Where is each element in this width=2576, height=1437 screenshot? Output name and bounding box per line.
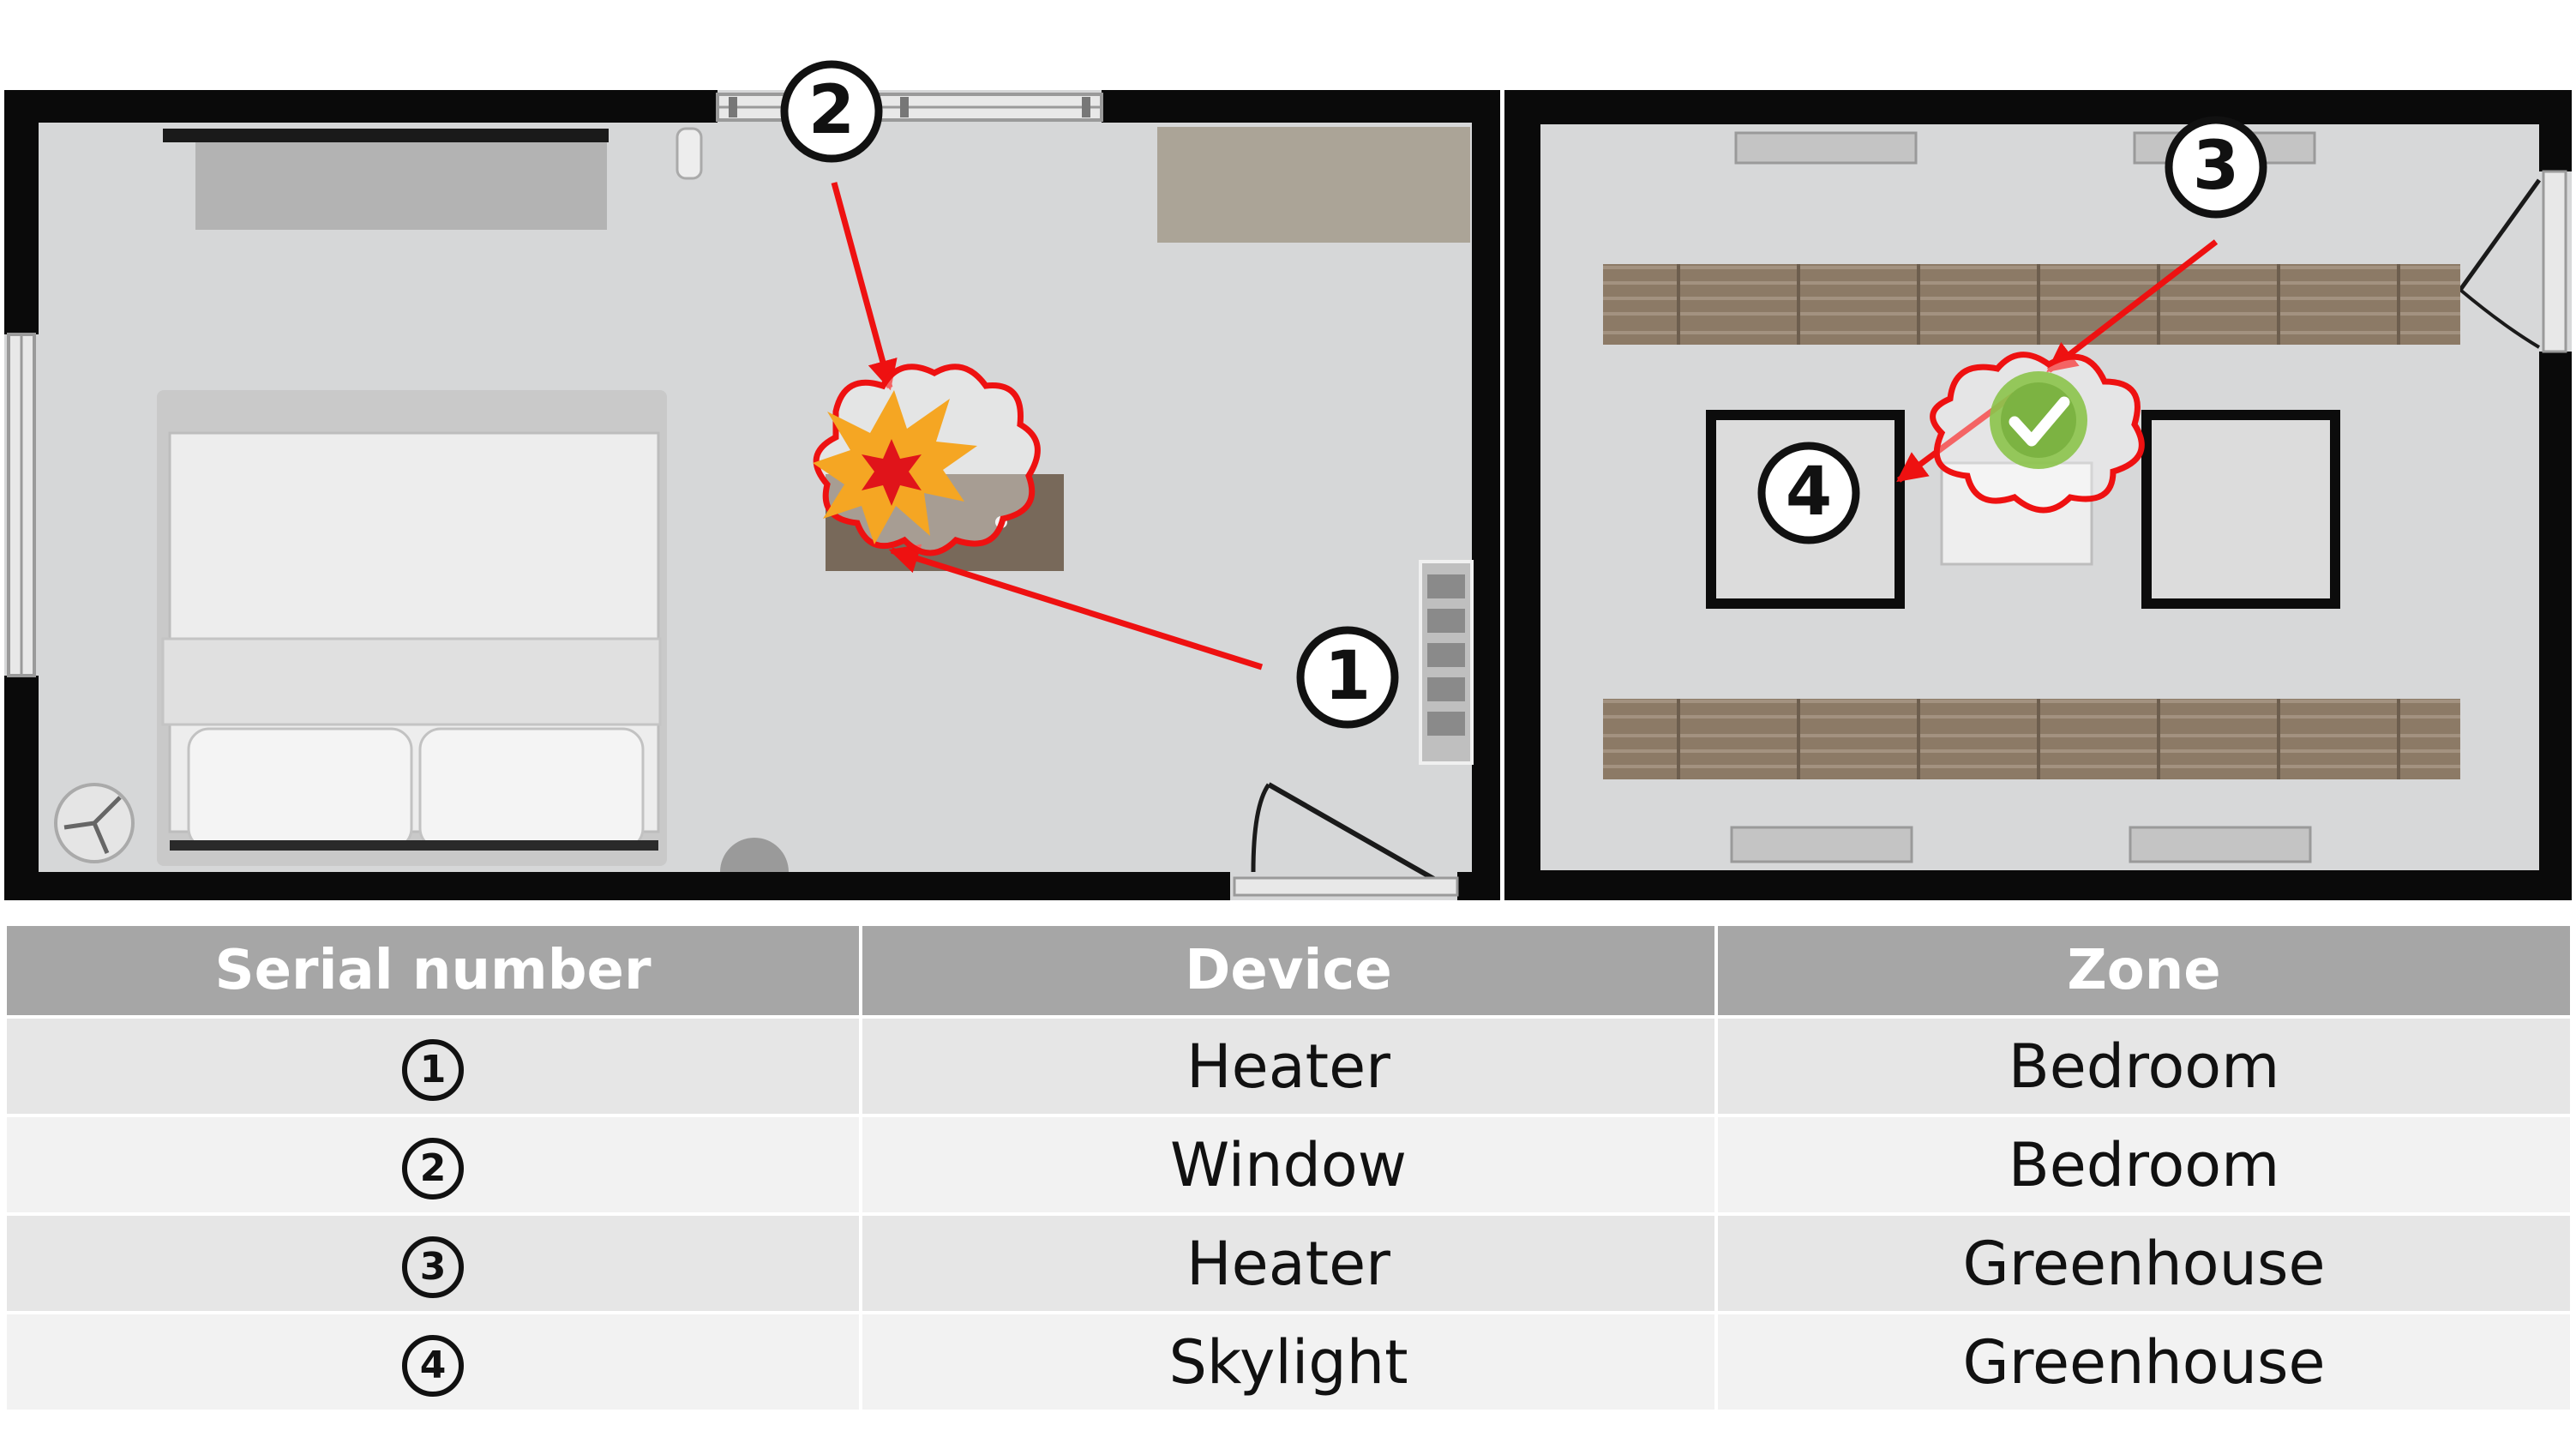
floorplan: 1 2 3 4 (4, 60, 2572, 909)
wall (1102, 90, 1500, 123)
serial-badge: 1 (402, 1039, 464, 1102)
tv-cabinet (195, 142, 607, 230)
table-row: 3 Heater Greenhouse (7, 1216, 2570, 1311)
planter-bed (1603, 699, 2460, 779)
radiator (1419, 560, 1474, 765)
table-header-row: Serial number Device Zone (7, 926, 2570, 1015)
zone-cell: Bedroom (1718, 1117, 2570, 1212)
device-cell: Skylight (862, 1314, 1714, 1410)
header-serial-number: Serial number (7, 926, 859, 1015)
wall (1504, 870, 2572, 900)
wall (4, 872, 1230, 900)
table-row: 2 Window Bedroom (7, 1117, 2570, 1212)
wall (2539, 90, 2572, 171)
marker-1: 1 (1296, 626, 1399, 729)
header-zone: Zone (1718, 926, 2570, 1015)
serial-cell: 4 (7, 1314, 859, 1410)
shelf (163, 129, 609, 142)
zone-cell: Bedroom (1718, 1019, 2570, 1114)
bedroom-room (4, 90, 1500, 900)
fan (54, 783, 135, 863)
dresser (1157, 127, 1470, 243)
wall (2539, 352, 2572, 900)
marker-4: 4 (1757, 442, 1860, 544)
bedroom-window (716, 93, 1103, 122)
serial-cell: 2 (7, 1117, 859, 1212)
zone-cell: Greenhouse (1718, 1216, 2570, 1311)
wall (1504, 90, 1540, 900)
serial-badge: 4 (402, 1335, 464, 1398)
table-row: 4 Skylight Greenhouse (7, 1314, 2570, 1410)
svg-text:1: 1 (1324, 638, 1371, 715)
serial-badge: 3 (402, 1236, 464, 1299)
wall (1472, 90, 1500, 900)
serial-cell: 3 (7, 1216, 859, 1311)
light-fixture (1730, 826, 1913, 863)
wall (4, 90, 718, 123)
device-table: Serial number Device Zone 1 Heater Bedro… (3, 923, 2573, 1413)
svg-text:2: 2 (808, 72, 855, 149)
light-fixture (1734, 131, 1918, 165)
side-window (7, 333, 36, 677)
marker-3: 3 (2165, 116, 2267, 219)
bed (157, 390, 667, 866)
wall (1504, 90, 2572, 124)
device-cell: Window (862, 1117, 1714, 1212)
device-cell: Heater (862, 1216, 1714, 1311)
serial-badge: 2 (402, 1138, 464, 1200)
zone-cell: Greenhouse (1718, 1314, 2570, 1410)
marker-2: 2 (780, 60, 883, 163)
planter-bed (1603, 264, 2460, 345)
wall (1457, 872, 1500, 900)
serial-cell: 1 (7, 1019, 859, 1114)
device-cell: Heater (862, 1019, 1714, 1114)
table-row: 1 Heater Bedroom (7, 1019, 2570, 1114)
wall (4, 676, 39, 900)
skylight (2141, 410, 2340, 609)
header-device: Device (862, 926, 1714, 1015)
svg-text:3: 3 (2193, 128, 2239, 205)
wall (4, 90, 39, 334)
svg-text:4: 4 (1786, 454, 1832, 531)
light-fixture (2129, 826, 2312, 863)
